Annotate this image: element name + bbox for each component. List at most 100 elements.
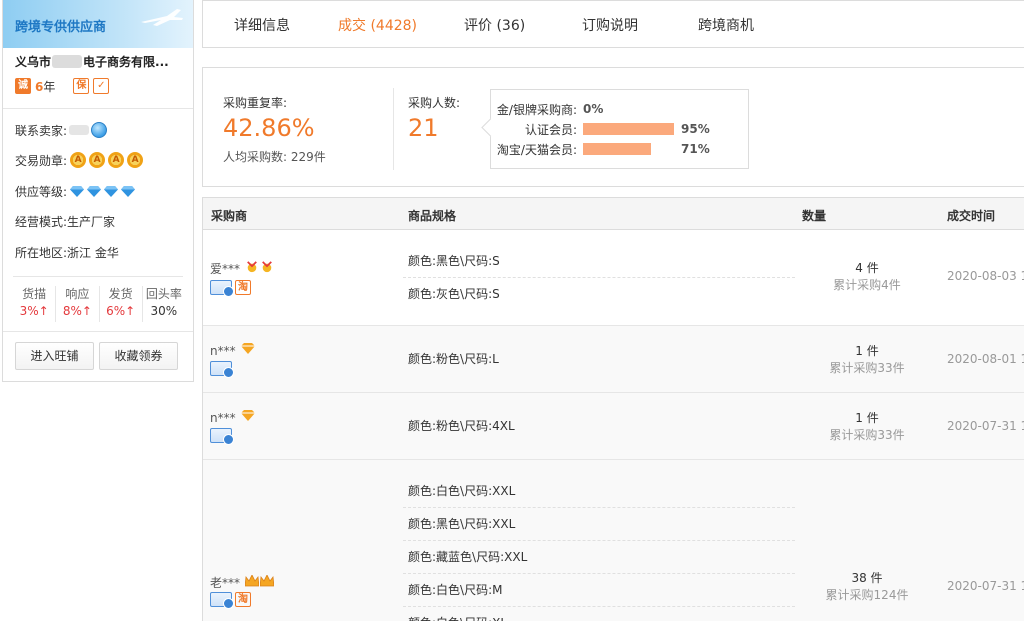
spec-item: 颜色:黑色\尺码:XXL	[403, 508, 795, 541]
verified-member-icon[interactable]	[210, 361, 234, 378]
region-row: 所在地区: 浙江 金华	[15, 245, 119, 260]
cheng-badge-icon[interactable]: 诚	[15, 78, 31, 94]
table-header: 采购商 商品规格 数量 成交时间	[203, 197, 1024, 230]
deal-time: 2020-08-03 18	[947, 269, 1024, 283]
supply-level-row: 供应等级:	[15, 182, 136, 200]
table-row: 爱*** 淘 颜色:黑色\尺码:S 颜色:灰色\尺码:S 4 件 累计采购4件 …	[203, 230, 1024, 326]
divider	[3, 331, 193, 332]
heart-level-icon	[240, 410, 255, 421]
buyer-level	[240, 410, 255, 425]
breakdown-bar	[583, 143, 652, 155]
gold-medal-icon	[247, 261, 257, 273]
breakdown-verified: 认证会员: 95%	[524, 122, 710, 137]
gold-medal-icon	[262, 261, 272, 273]
medal-icon: A	[108, 152, 125, 168]
crown-icon	[260, 575, 275, 587]
breakdown-bar	[583, 123, 675, 135]
enter-shop-button[interactable]: 进入旺铺	[15, 342, 94, 370]
supplier-banner: 跨境专供供应商	[3, 0, 193, 48]
business-model-row: 经营模式: 生产厂家	[15, 214, 116, 229]
spec-item: 颜色:白色\尺码:XXL	[403, 475, 795, 508]
diamond-icon	[70, 185, 85, 197]
medal-icon: A	[70, 152, 87, 168]
medal-icon: A	[127, 152, 144, 168]
buyer-name: n***	[210, 343, 255, 358]
tab-reviews[interactable]: 评价 (36)	[464, 15, 525, 35]
repeat-rate-value: 42.86%	[223, 114, 315, 142]
guarantee-shield-icon[interactable]: 保	[73, 78, 90, 94]
buyer-level	[240, 343, 255, 358]
airplane-icon	[141, 9, 183, 26]
years-in-business: 6年	[35, 79, 56, 94]
divider	[3, 108, 193, 109]
quantity: 4 件 累计采购4件	[833, 261, 901, 292]
diamond-icon	[121, 185, 136, 197]
spec-list: 颜色:白色\尺码:XXL 颜色:黑色\尺码:XXL 颜色:藏蓝色\尺码:XXL …	[403, 475, 795, 621]
heart-level-icon	[240, 343, 255, 354]
spec-item: 颜色:黑色\尺码:S	[403, 245, 795, 278]
divider	[13, 276, 183, 277]
spec-item: 颜色:粉色\尺码:L	[408, 352, 499, 366]
service-stats: 货描 3%↑ 响应 8%↑ 发货 6%↑ 回头率 30%	[13, 286, 185, 322]
diamond-icon	[104, 185, 119, 197]
avg-purchase: 人均采购数: 229件	[223, 150, 326, 164]
spec-item: 颜色:白色\尺码:M	[403, 574, 795, 607]
years-row: 诚 6年 保 ✓	[15, 77, 110, 95]
deal-time: 2020-07-31 15	[947, 419, 1024, 433]
diamond-icon	[87, 185, 102, 197]
wangwang-chat-icon[interactable]	[91, 122, 108, 138]
spec-item: 颜色:藏蓝色\尺码:XXL	[403, 541, 795, 574]
buyer-name: 爱***	[210, 260, 274, 277]
company-name[interactable]: 义乌市 电子商务有限...	[15, 53, 169, 70]
spec-item: 颜色:白色\尺码:XL	[403, 607, 795, 621]
divider	[393, 88, 394, 170]
medals-row: 交易勋章: A A A A	[15, 151, 144, 169]
col-time: 成交时间	[947, 209, 996, 223]
buyer-level	[244, 575, 275, 590]
redacted-mask	[69, 125, 90, 135]
taobao-icon[interactable]: 淘	[235, 280, 251, 295]
buyers-value: 21	[408, 114, 439, 142]
contact-row: 联系卖家:	[15, 121, 108, 139]
tab-transactions[interactable]: 成交 (4428)	[338, 15, 417, 35]
table-row: n*** 颜色:粉色\尺码:4XL 1 件 累计采购33件 2020-07-31…	[203, 393, 1024, 460]
quantity: 1 件 累计采购33件	[829, 411, 905, 442]
verified-member-icon[interactable]	[210, 592, 234, 609]
repeat-rate-label: 采购重复率:	[223, 96, 288, 110]
spec-list: 颜色:黑色\尺码:S 颜色:灰色\尺码:S	[403, 245, 795, 311]
inspection-icon[interactable]: ✓	[93, 78, 110, 94]
deal-time: 2020-08-01 18	[947, 352, 1024, 366]
col-qty: 数量	[802, 209, 827, 223]
spec-list: 颜色:粉色\尺码:L	[403, 343, 795, 376]
buyer-level	[244, 261, 274, 276]
verified-member-icon[interactable]	[210, 280, 234, 297]
col-buyer: 采购商	[211, 209, 248, 223]
tab-details[interactable]: 详细信息	[234, 15, 290, 35]
verified-member-icon[interactable]	[210, 428, 234, 445]
table-row: 老*** 淘 颜色:白色\尺码:XXL 颜色:黑色\尺码:XXL 颜色:藏蓝色\…	[203, 460, 1024, 621]
buyers-label: 采购人数:	[408, 96, 461, 110]
crown-icon	[245, 575, 260, 587]
stat-description: 货描 3%↑	[13, 286, 57, 322]
quantity: 38 件 累计采购124件	[825, 571, 909, 602]
spec-item: 颜色:粉色\尺码:4XL	[408, 419, 515, 433]
stat-return-rate: 回头率 30%	[145, 287, 182, 318]
col-spec: 商品规格	[408, 209, 457, 223]
quantity: 1 件 累计采购33件	[829, 344, 905, 375]
favorite-coupon-button[interactable]: 收藏领券	[99, 342, 178, 370]
medal-icon: A	[89, 152, 106, 168]
taobao-icon[interactable]: 淘	[235, 592, 251, 607]
buyer-breakdown: 金/银牌采购商: 0% 认证会员: 95% 淘宝/天猫会员: 71%	[490, 89, 749, 169]
banner-title: 跨境专供供应商	[15, 20, 107, 35]
transaction-table: 采购商 商品规格 数量 成交时间 爱*** 淘 颜色:黑色\尺码:S 颜色:灰色…	[202, 197, 1024, 621]
buyer-name: n***	[210, 410, 255, 425]
detail-tabs: 详细信息 成交 (4428) 评价 (36) 订购说明 跨境商机	[202, 0, 1024, 48]
redacted-mask	[52, 55, 83, 68]
stat-response: 响应 8%↑	[56, 286, 100, 322]
tab-crossborder[interactable]: 跨境商机	[698, 15, 754, 35]
breakdown-gold-silver: 金/银牌采购商: 0%	[496, 102, 604, 117]
shop-actions: 进入旺铺 收藏领券	[15, 342, 178, 370]
breakdown-taobao: 淘宝/天猫会员: 71%	[496, 142, 710, 157]
spec-item: 颜色:灰色\尺码:S	[408, 287, 500, 301]
tab-order-notes[interactable]: 订购说明	[582, 15, 638, 35]
